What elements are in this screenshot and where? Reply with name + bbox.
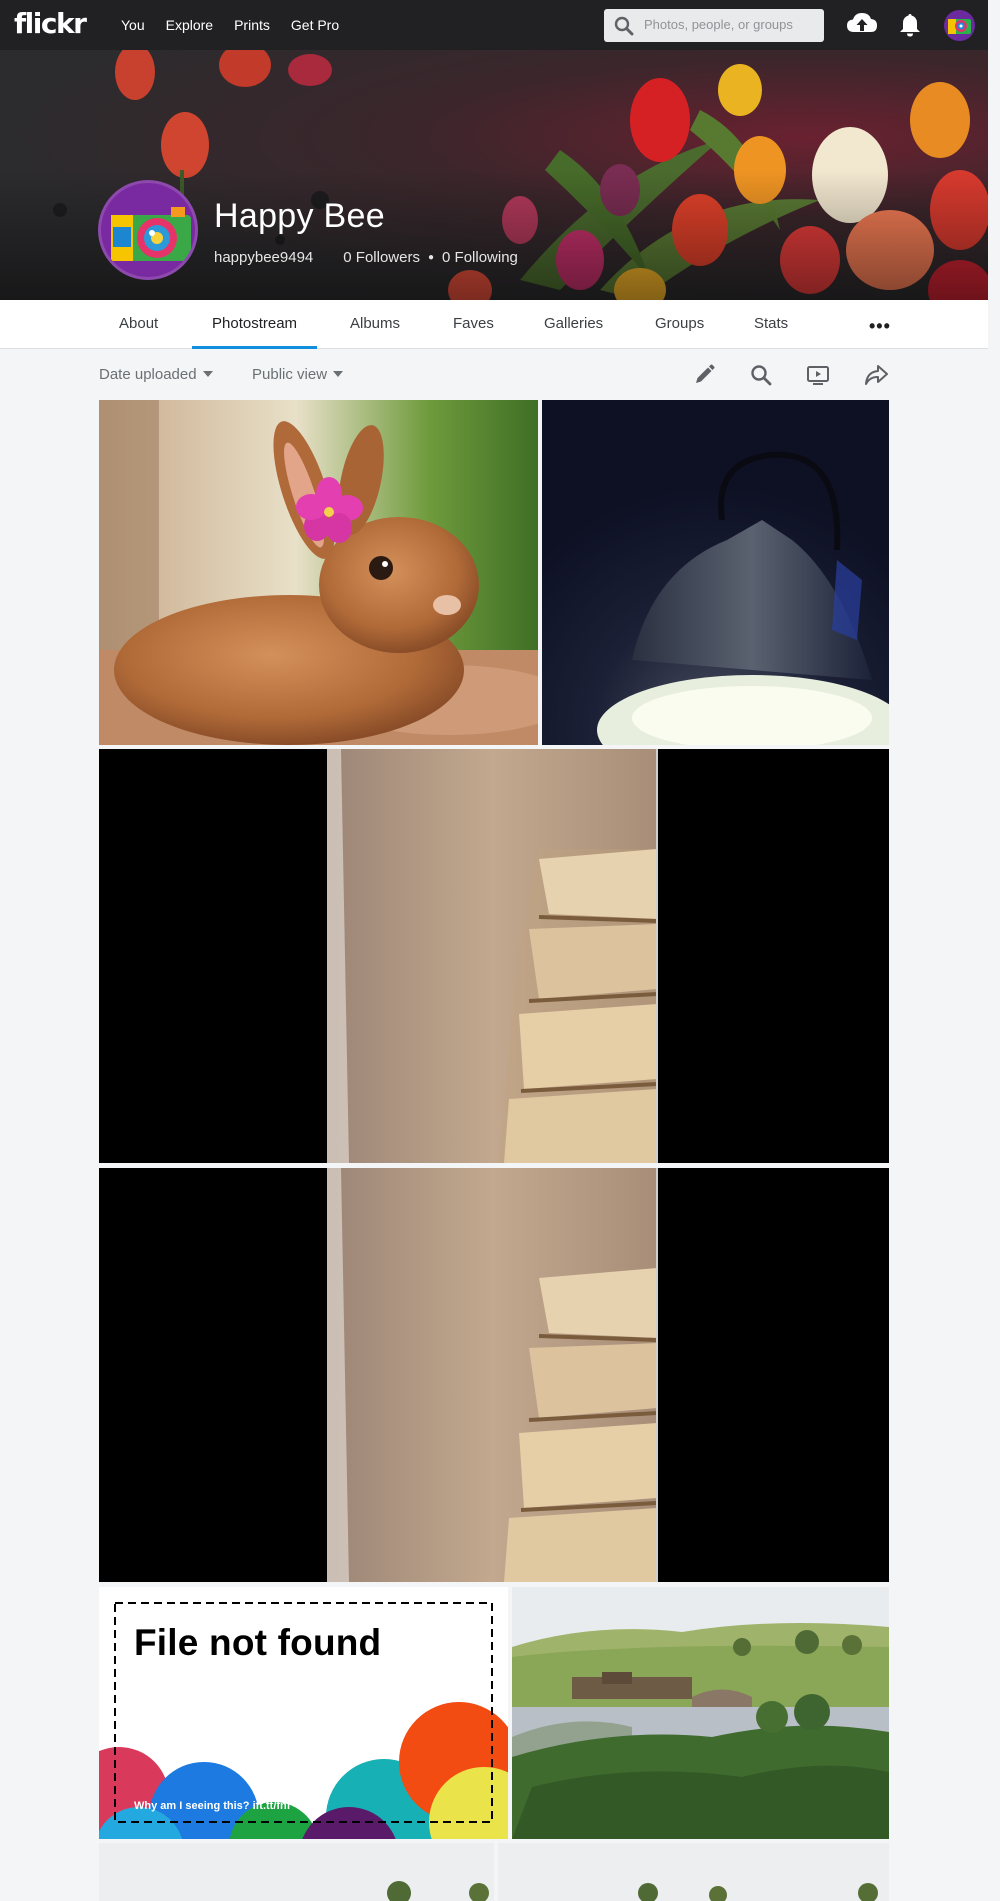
photostream-toolbar: Date uploaded Public view bbox=[0, 350, 988, 400]
flickr-logo[interactable]: flickr bbox=[14, 9, 87, 39]
partial-landscape-image bbox=[99, 1843, 494, 1901]
file-not-found-help: Why am I seeing this? ift.tt/fnf bbox=[134, 1800, 291, 1812]
sort-dropdown[interactable]: Date uploaded bbox=[99, 366, 213, 383]
nav-link-explore[interactable]: Explore bbox=[166, 17, 213, 33]
profile-tabs: About Photostream Albums Faves Galleries… bbox=[0, 300, 988, 349]
photo-lamp[interactable] bbox=[542, 400, 889, 745]
photo-partial-2[interactable] bbox=[498, 1843, 889, 1901]
hobbiton-landscape-image bbox=[512, 1587, 889, 1839]
tab-stats[interactable]: Stats bbox=[734, 300, 808, 349]
share-icon[interactable] bbox=[864, 364, 888, 386]
search-icon bbox=[614, 16, 634, 36]
tab-groups[interactable]: Groups bbox=[635, 300, 724, 349]
view-dropdown[interactable]: Public view bbox=[252, 366, 344, 383]
caret-down-icon bbox=[333, 371, 344, 377]
photo-wood-2[interactable] bbox=[99, 1168, 889, 1582]
edit-icon[interactable] bbox=[693, 364, 715, 386]
profile-username: happybee9494 bbox=[214, 249, 314, 266]
photo-landscape[interactable] bbox=[512, 1587, 889, 1839]
search-input[interactable]: Photos, people, or groups bbox=[604, 9, 824, 42]
partial-landscape-image bbox=[498, 1843, 889, 1901]
nav-link-get-pro[interactable]: Get Pro bbox=[291, 17, 339, 33]
separator-dot: ● bbox=[427, 252, 435, 263]
lamp-image bbox=[542, 400, 889, 745]
caret-down-icon bbox=[202, 371, 213, 377]
upload-icon[interactable] bbox=[846, 11, 878, 37]
photo-bunny[interactable] bbox=[99, 400, 538, 745]
tab-about[interactable]: About bbox=[99, 300, 178, 349]
wood-image bbox=[327, 1168, 658, 1582]
wood-image bbox=[327, 749, 658, 1163]
profile-meta: happybee9494 0 Followers ● 0 Following bbox=[214, 249, 518, 266]
tab-faves[interactable]: Faves bbox=[433, 300, 514, 349]
nav-link-you[interactable]: You bbox=[121, 17, 145, 33]
sort-dropdown-label: Date uploaded bbox=[99, 366, 197, 383]
search-placeholder: Photos, people, or groups bbox=[644, 17, 793, 32]
search-icon[interactable] bbox=[750, 364, 772, 386]
main-nav-links: You Explore Prints Get Pro bbox=[121, 0, 360, 50]
more-options-icon[interactable]: ••• bbox=[869, 316, 891, 337]
bell-icon[interactable] bbox=[899, 13, 921, 37]
tab-galleries[interactable]: Galleries bbox=[524, 300, 623, 349]
profile-avatar[interactable] bbox=[98, 180, 198, 280]
slideshow-icon[interactable] bbox=[806, 364, 830, 386]
tab-photostream[interactable]: Photostream bbox=[192, 300, 318, 349]
file-not-found-title: File not found bbox=[134, 1622, 382, 1663]
photo-wood-1[interactable] bbox=[99, 749, 889, 1163]
photo-partial-1[interactable] bbox=[99, 1843, 494, 1901]
tab-albums[interactable]: Albums bbox=[330, 300, 420, 349]
bunny-image bbox=[99, 400, 538, 745]
following-link[interactable]: 0 Following bbox=[442, 249, 518, 266]
view-dropdown-label: Public view bbox=[252, 366, 328, 383]
followers-link[interactable]: 0 Followers bbox=[343, 249, 420, 266]
profile-display-name: Happy Bee bbox=[214, 197, 385, 235]
top-navigation: flickr You Explore Prints Get Pro Photos… bbox=[0, 0, 988, 50]
avatar[interactable] bbox=[944, 10, 975, 41]
nav-link-prints[interactable]: Prints bbox=[234, 17, 270, 33]
